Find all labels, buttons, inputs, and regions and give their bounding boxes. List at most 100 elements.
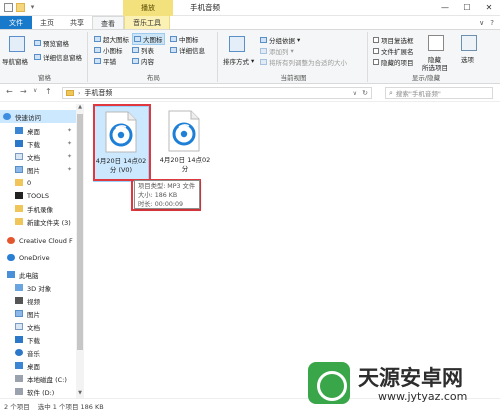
options-button[interactable]: 选项 bbox=[461, 54, 474, 64]
up-button[interactable]: ↑ bbox=[45, 87, 52, 96]
nav-item-downloads-pc[interactable]: 下载 bbox=[0, 333, 78, 346]
music-note-icon bbox=[15, 349, 23, 356]
file-item-plain[interactable]: 4月20日 14点02 分 bbox=[157, 106, 213, 182]
add-columns-button[interactable]: 添加列 ▾ bbox=[260, 46, 294, 56]
nav-item-folder-0[interactable]: 0 bbox=[0, 176, 78, 189]
scroll-thumb[interactable] bbox=[77, 114, 83, 350]
new-folder-icon[interactable] bbox=[16, 3, 25, 12]
details-label: 详细信息 bbox=[179, 47, 205, 55]
scroll-up-icon[interactable]: ▲ bbox=[76, 104, 84, 112]
group-by-button[interactable]: 分组依据 ▾ bbox=[260, 35, 300, 45]
hidden-items-toggle[interactable]: 隐藏的项目 bbox=[373, 57, 414, 67]
preview-pane-button[interactable]: 预览窗格 bbox=[34, 38, 69, 48]
layout-content[interactable]: 内容 bbox=[132, 56, 154, 66]
tab-view[interactable]: 查看 bbox=[92, 16, 124, 29]
layout-small-icons[interactable]: 小图标 bbox=[94, 45, 123, 55]
tab-home[interactable]: 主页 bbox=[32, 16, 62, 29]
ribbon-collapse-icon[interactable]: ∨ bbox=[479, 16, 484, 29]
sort-by-dropdown-icon: ▾ bbox=[251, 57, 255, 65]
item-checkboxes-checkbox[interactable] bbox=[373, 37, 379, 43]
group-title-layout: 布局 bbox=[147, 74, 160, 82]
nav-scrollbar[interactable]: ▲ ▼ bbox=[76, 104, 84, 398]
small-icons-icon bbox=[94, 47, 101, 53]
picture-icon bbox=[15, 166, 23, 173]
nav-item-desktop-pc[interactable]: 桌面 bbox=[0, 359, 78, 372]
layout-details[interactable]: 详细信息 bbox=[170, 45, 205, 55]
breadcrumb-current[interactable]: 手机音频 bbox=[84, 88, 112, 98]
details-pane-button[interactable]: 详细信息窗格 bbox=[34, 52, 82, 62]
pin-icon[interactable]: ✦ bbox=[67, 140, 72, 147]
nav-item-desktop[interactable]: 桌面 ✦ bbox=[0, 124, 78, 137]
watermark-title: 天源安卓网 bbox=[358, 366, 463, 390]
nav-item-drive-c[interactable]: 本地磁盘 (C:) bbox=[0, 372, 78, 385]
size-columns-button[interactable]: 将所有列调整为合适的大小 bbox=[260, 57, 347, 67]
layout-list[interactable]: 列表 bbox=[132, 45, 154, 55]
nav-item-creative-cloud[interactable]: Creative Cloud F bbox=[0, 234, 78, 247]
layout-medium-icons[interactable]: 中图标 bbox=[170, 34, 199, 44]
address-dropdown-icon[interactable]: ∨ bbox=[353, 90, 357, 97]
nav-item-documents[interactable]: 文档 ✦ bbox=[0, 150, 78, 163]
address-bar[interactable]: › 手机音频 ∨ ↻ bbox=[62, 87, 372, 99]
pin-icon[interactable]: ✦ bbox=[67, 127, 72, 134]
minimize-button[interactable]: — bbox=[434, 0, 456, 16]
tab-music-tools[interactable]: 音乐工具 bbox=[124, 16, 170, 29]
search-box[interactable]: ⌕ 搜索"手机音频" bbox=[385, 87, 493, 99]
file-extensions-toggle[interactable]: 文件扩展名 bbox=[373, 46, 414, 56]
pin-icon[interactable]: ✦ bbox=[67, 166, 72, 173]
help-icon[interactable]: ? bbox=[490, 16, 494, 29]
tab-share[interactable]: 共享 bbox=[62, 16, 92, 29]
hidden-items-checkbox[interactable] bbox=[373, 59, 379, 65]
hidden-items-label: 隐藏的项目 bbox=[381, 59, 414, 67]
layout-tiles[interactable]: 平铺 bbox=[94, 56, 116, 66]
search-placeholder[interactable]: 搜索"手机音频" bbox=[396, 88, 441, 98]
hide-selected-icon[interactable] bbox=[428, 35, 444, 51]
desktop-icon bbox=[15, 362, 23, 369]
properties-icon[interactable] bbox=[4, 3, 13, 12]
nav-label: 图片 bbox=[27, 166, 40, 175]
tooltip-size: 大小: 186 KB bbox=[138, 192, 178, 199]
nav-item-3d-objects[interactable]: 3D 对象 bbox=[0, 281, 78, 294]
nav-item-new-folder-3[interactable]: 新建文件夹 (3) bbox=[0, 215, 78, 228]
forward-button[interactable]: → bbox=[20, 87, 27, 96]
nav-item-tools[interactable]: TOOLS bbox=[0, 189, 78, 202]
back-button[interactable]: ← bbox=[6, 87, 13, 96]
nav-item-downloads[interactable]: 下载 ✦ bbox=[0, 137, 78, 150]
scroll-down-icon[interactable]: ▼ bbox=[76, 390, 84, 398]
nav-item-drive-d[interactable]: 软件 (D:) bbox=[0, 385, 78, 398]
nav-item-documents-pc[interactable]: 文档 bbox=[0, 320, 78, 333]
options-icon[interactable] bbox=[461, 35, 477, 51]
nav-item-quick-access[interactable]: 快速访问 bbox=[0, 110, 78, 123]
sort-by-button[interactable]: 排序方式 ▾ bbox=[223, 56, 254, 66]
context-tab-play[interactable]: 播放 bbox=[123, 0, 173, 16]
sort-by-icon[interactable] bbox=[229, 36, 245, 52]
layout-xlarge-icons[interactable]: 超大图标 bbox=[94, 34, 129, 44]
close-button[interactable]: ✕ bbox=[478, 0, 500, 16]
hide-selected-button-line2[interactable]: 所选项目 bbox=[422, 62, 448, 72]
navigation-pane-button[interactable]: 导航窗格 bbox=[2, 56, 28, 66]
ribbon-tabs: 文件 主页 共享 查看 音乐工具 ∨ ? bbox=[0, 16, 500, 30]
xlarge-icons-label: 超大图标 bbox=[103, 36, 129, 44]
nav-item-this-pc[interactable]: 此电脑 bbox=[0, 268, 78, 281]
layout-large-icons[interactable]: 大图标 bbox=[132, 33, 165, 45]
nav-item-phone-recordings[interactable]: 手机录像 bbox=[0, 202, 78, 215]
group-title-current-view: 当前视图 bbox=[280, 74, 307, 82]
nav-item-music[interactable]: 音乐 bbox=[0, 346, 78, 359]
navigation-pane-label: 导航窗格 bbox=[2, 58, 28, 66]
nav-item-pictures[interactable]: 图片 ✦ bbox=[0, 163, 78, 176]
customize-toolbar-icon[interactable]: ▾ bbox=[28, 3, 37, 12]
nav-item-pictures-pc[interactable]: 图片 bbox=[0, 307, 78, 320]
address-row: ← → ∨ ↑ › 手机音频 ∨ ↻ ⌕ 搜索"手机音频" bbox=[0, 84, 500, 102]
quick-access-toolbar: ▾ bbox=[4, 3, 37, 12]
navigation-pane-icon[interactable] bbox=[9, 36, 25, 52]
item-checkboxes-toggle[interactable]: 项目复选框 bbox=[373, 35, 414, 45]
nav-item-videos[interactable]: 视频 bbox=[0, 294, 78, 307]
window-title: 手机音频 bbox=[190, 3, 220, 12]
refresh-icon[interactable]: ↻ bbox=[362, 89, 368, 97]
recent-locations-button[interactable]: ∨ bbox=[33, 87, 37, 94]
nav-item-onedrive[interactable]: OneDrive bbox=[0, 251, 78, 264]
pin-icon[interactable]: ✦ bbox=[67, 153, 72, 160]
breadcrumb-chevron-icon[interactable]: › bbox=[78, 90, 80, 97]
maximize-button[interactable]: ☐ bbox=[456, 0, 478, 16]
file-extensions-checkbox[interactable] bbox=[373, 48, 379, 54]
tab-file[interactable]: 文件 bbox=[0, 16, 32, 29]
